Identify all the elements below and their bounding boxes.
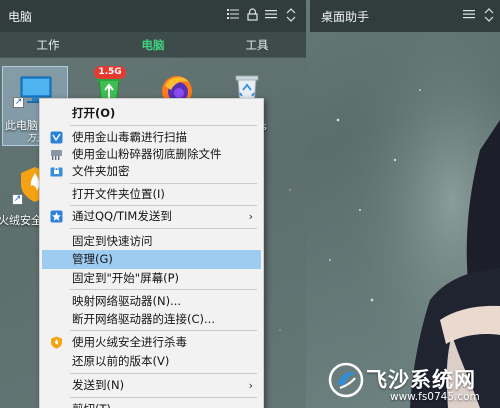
fence-header-desktop-assistant[interactable]: 桌面助手: [310, 0, 500, 32]
fence-title: 电脑: [8, 10, 33, 24]
menu-item-huorong-scan[interactable]: 使用火绒安全进行杀毒: [42, 333, 261, 352]
menu-item-label: 映射网络驱动器(N)...: [72, 294, 182, 308]
watermark-logo-icon: [328, 362, 364, 398]
menu-item-pin-quick-access[interactable]: 固定到快速访问: [42, 232, 261, 251]
menu-item-open[interactable]: 打开(O): [42, 104, 261, 123]
menu-item-label: 剪切(T): [72, 400, 111, 408]
menu-separator: [70, 330, 257, 331]
folder-lock-icon: [50, 167, 63, 177]
menu-item-send-qq[interactable]: 通过QQ/TIM发送到 ›: [42, 207, 261, 226]
menu-separator: [70, 397, 257, 398]
menu-item-label: 固定到"开始"屏幕(P): [72, 271, 179, 285]
size-badge: 1.5G: [94, 66, 126, 79]
submenu-arrow-icon: ›: [248, 210, 253, 223]
menu-item-label: 断开网络驱动器的连接(C)...: [72, 312, 215, 326]
menu-separator: [70, 125, 257, 126]
fence-tabs: 工作 电脑 工具: [0, 32, 306, 58]
shredder-icon: [51, 150, 62, 160]
collapse-icon[interactable]: [284, 8, 298, 24]
watermark-title: 飞沙系统网: [366, 368, 476, 392]
tab-tools[interactable]: 工具: [217, 32, 297, 58]
menu-item-label: 发送到(N): [72, 378, 125, 392]
menu-icon[interactable]: [462, 8, 476, 24]
tab-computer[interactable]: 电脑: [113, 32, 193, 58]
menu-item-label: 文件夹加密: [72, 164, 130, 178]
menu-item-label: 管理(G): [72, 252, 113, 266]
menu-item-manage[interactable]: 管理(G): [42, 250, 261, 269]
menu-icon[interactable]: [264, 8, 278, 24]
menu-item-send-to[interactable]: 发送到(N) ›: [42, 376, 261, 395]
collapse-icon[interactable]: [482, 8, 496, 24]
tab-work[interactable]: 工作: [8, 32, 88, 58]
menu-item-pin-start[interactable]: 固定到"开始"屏幕(P): [42, 269, 261, 288]
menu-item-folder-encrypt[interactable]: 文件夹加密: [42, 162, 261, 181]
lock-icon[interactable]: [245, 8, 259, 24]
fence-title: 桌面助手: [321, 10, 370, 24]
menu-separator: [70, 373, 257, 374]
menu-item-map-drive[interactable]: 映射网络驱动器(N)...: [42, 292, 261, 311]
fence-header[interactable]: 电脑: [0, 0, 306, 32]
watermark-url: www.fs0745.com: [390, 391, 480, 403]
shortcut-arrow-icon: ↗: [12, 194, 23, 205]
menu-item-label: 固定到快速访问: [72, 234, 153, 248]
menu-item-label: 使用火绒安全进行杀毒: [72, 335, 187, 349]
menu-separator: [70, 228, 257, 229]
shortcut-arrow-icon: ↗: [13, 97, 24, 108]
menu-separator: [70, 183, 257, 184]
menu-item-label: 打开(O): [72, 106, 116, 120]
menu-item-disconnect-drive[interactable]: 断开网络驱动器的连接(C)...: [42, 310, 261, 329]
menu-item-open-location[interactable]: 打开文件夹位置(I): [42, 185, 261, 204]
context-menu: 打开(O) 使用金山毒霸进行扫描 使用金山粉碎器彻底删除文件 文件夹加密 打开文…: [39, 98, 264, 408]
qq-star-icon: [50, 210, 63, 223]
menu-item-label: 打开文件夹位置(I): [72, 187, 165, 201]
menu-separator: [70, 289, 257, 290]
submenu-arrow-icon: ›: [248, 379, 253, 392]
menu-item-label: 还原以前的版本(V): [72, 354, 170, 368]
duba-scan-icon: [50, 131, 63, 144]
menu-separator: [70, 205, 257, 206]
menu-item-restore-versions[interactable]: 还原以前的版本(V): [42, 352, 261, 371]
menu-item-label: 通过QQ/TIM发送到: [72, 209, 172, 223]
list-view-icon[interactable]: [226, 8, 240, 24]
site-watermark: 飞沙系统网 www.fs0745.com: [326, 360, 500, 408]
huorong-shield-icon: [51, 336, 62, 349]
menu-item-cut[interactable]: 剪切(T): [42, 400, 261, 408]
